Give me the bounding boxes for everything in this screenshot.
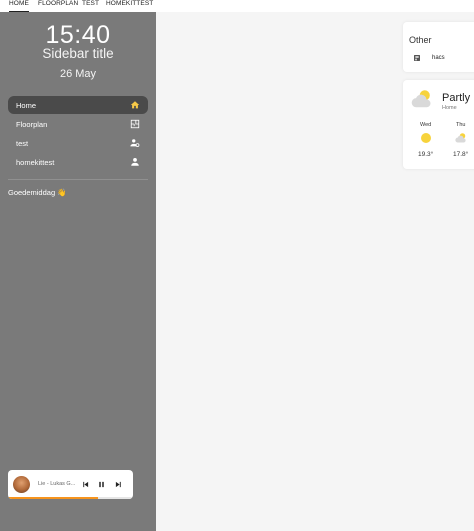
- sidebar: 15:40 Sidebar title 26 May Home Floorpla…: [0, 12, 156, 531]
- sidebar-divider: [8, 179, 148, 180]
- sunny-icon: [421, 133, 431, 143]
- floorplan-icon: [130, 119, 140, 129]
- tab-homekittest[interactable]: HOMEKITTEST: [106, 0, 153, 12]
- partly-cloudy-icon: [411, 90, 431, 108]
- sidebar-item-label: test: [16, 139, 29, 148]
- playback-progress[interactable]: [8, 497, 133, 499]
- view-tab-bar: HOME FLOORPLAN TEST HOMEKITTEST: [0, 0, 474, 12]
- playback-progress-fill: [8, 497, 98, 499]
- sidebar-item-label: homekittest: [16, 158, 55, 167]
- sidebar-item-label: Floorplan: [16, 120, 48, 129]
- sidebar-date: 26 May: [59, 68, 97, 80]
- other-card-title: Other: [409, 35, 432, 45]
- sidebar-title: Sidebar title: [42, 46, 114, 61]
- sidebar-item-test[interactable]: test: [8, 134, 148, 152]
- media-player: Lie - Lukas G...: [8, 470, 133, 499]
- next-track-icon[interactable]: [114, 480, 123, 489]
- tab-home[interactable]: HOME: [9, 0, 29, 12]
- album-art[interactable]: [13, 476, 30, 493]
- forecast-temp: 19.3°: [418, 151, 434, 158]
- pause-icon[interactable]: [97, 480, 106, 489]
- forecast-temp: 17.8°: [453, 151, 469, 158]
- sidebar-item-homekittest[interactable]: homekittest: [8, 153, 148, 171]
- sidebar-item-home[interactable]: Home: [8, 96, 148, 114]
- sidebar-greeting: Goedemiddag 👋: [8, 188, 67, 197]
- home-icon: [130, 101, 140, 109]
- weather-state: Partly: [442, 92, 471, 104]
- weather-card[interactable]: Partly Home Wed 19.3° Thu 17.8°: [403, 80, 474, 169]
- forecast-day: Thu: [456, 122, 466, 128]
- account-cog-icon: [130, 139, 140, 147]
- tab-test[interactable]: TEST: [82, 0, 99, 12]
- hacs-entity[interactable]: hacs: [432, 55, 445, 61]
- account-icon: [131, 158, 139, 166]
- other-card: Other hacs: [403, 22, 474, 72]
- sidebar-item-label: Home: [16, 101, 37, 110]
- forecast-day: Wed: [420, 122, 432, 128]
- tab-floorplan[interactable]: FLOORPLAN: [38, 0, 78, 12]
- previous-track-icon[interactable]: [81, 480, 90, 489]
- hacs-icon: [414, 55, 420, 61]
- partly-cloudy-icon: [455, 133, 466, 143]
- track-title: Lie - Lukas G...: [38, 481, 76, 487]
- sidebar-item-floorplan[interactable]: Floorplan: [8, 115, 148, 133]
- weather-location: Home: [442, 105, 457, 111]
